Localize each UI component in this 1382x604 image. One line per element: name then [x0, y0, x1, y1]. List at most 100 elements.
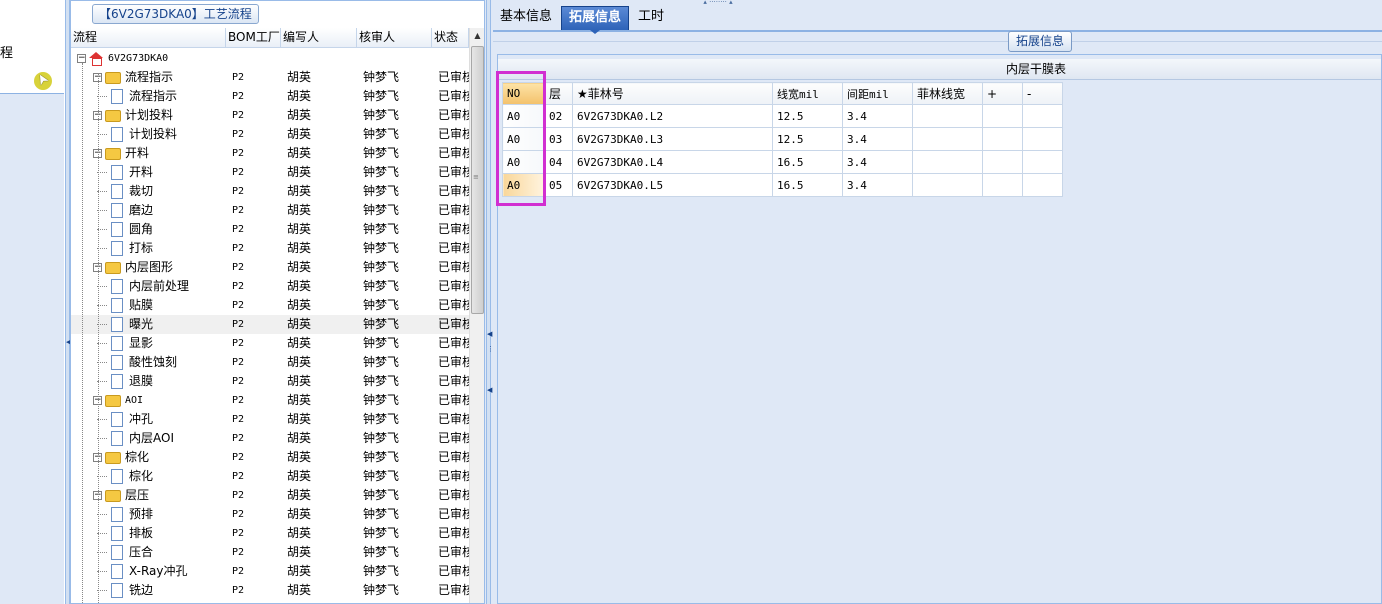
tree-node[interactable]: 预排 [97, 505, 153, 524]
tree-row[interactable]: 计划投料 P2 胡英 钟梦飞 已审核 [71, 125, 469, 144]
tree-row[interactable]: 打标 P2 胡英 钟梦飞 已审核 [71, 239, 469, 258]
col-reviewer[interactable]: 核审人 [357, 28, 432, 47]
tree-node[interactable]: 贴膜 [97, 296, 153, 315]
tree-node-cell[interactable]: − 计划投料 [71, 106, 226, 125]
tree-node[interactable]: − 层压 [93, 486, 149, 505]
spacing-cell[interactable]: 3.4 [842, 150, 913, 174]
grid-col-header[interactable]: 层 [544, 82, 573, 105]
tree-node[interactable]: 压合 [97, 543, 153, 562]
tree-row[interactable]: −内层图形 P2 胡英 钟梦飞 已审核 [71, 258, 469, 277]
grid-col-header[interactable]: 间距mil [842, 82, 913, 105]
tree-node[interactable]: 冲孔 [97, 410, 153, 429]
line-width-cell[interactable]: 12.5 [772, 104, 843, 128]
tree-node[interactable]: 酸性蚀刻 [97, 353, 177, 372]
tree-row[interactable]: −AOI P2 胡英 钟梦飞 已审核 [71, 391, 469, 410]
tree-row[interactable]: 排板 P2 胡英 钟梦飞 已审核 [71, 524, 469, 543]
layer-cell[interactable]: 02 [544, 104, 573, 128]
tree-node-cell[interactable]: 开料 [71, 163, 226, 182]
minus-cell[interactable] [1022, 150, 1063, 174]
top-grip-icon[interactable]: ▴ ········ ▴ [683, 0, 753, 6]
tree-node[interactable]: − 6V2G73DKA0 [77, 49, 168, 68]
tree-node-cell[interactable]: 压合 [71, 543, 226, 562]
tree-node-cell[interactable]: 铣边 [71, 581, 226, 600]
plus-cell[interactable] [982, 173, 1023, 197]
tree-row[interactable]: 裁切 P2 胡英 钟梦飞 已审核 [71, 182, 469, 201]
expand-arrow-icon[interactable]: ◀ [487, 386, 492, 394]
film-cell[interactable]: 6V2G73DKA0.L4 [572, 150, 773, 174]
film-width-cell[interactable] [912, 127, 983, 151]
tree-node[interactable]: − 流程指示 [93, 68, 173, 87]
tree-node-cell[interactable]: 内层前处理 [71, 277, 226, 296]
table-row[interactable]: A0 03 6V2G73DKA0.L3 12.5 3.4 [502, 127, 1063, 151]
tree-node[interactable]: 显影 [97, 334, 153, 353]
tree-row[interactable]: −开料 P2 胡英 钟梦飞 已审核 [71, 144, 469, 163]
tree-node-cell[interactable]: 棕化 [71, 467, 226, 486]
table-row[interactable]: A0 02 6V2G73DKA0.L2 12.5 3.4 [502, 104, 1063, 128]
tree-node[interactable]: 计划投料 [97, 125, 177, 144]
tree-node[interactable]: 磨边 [97, 201, 153, 220]
tree-node[interactable]: X-Ray冲孔 [97, 562, 187, 581]
tree-row[interactable]: 显影 P2 胡英 钟梦飞 已审核 [71, 334, 469, 353]
tree-row[interactable]: 酸性蚀刻 P2 胡英 钟梦飞 已审核 [71, 353, 469, 372]
collapse-arrow-icon[interactable]: ◀ [487, 330, 492, 338]
tree-node[interactable]: 排板 [97, 524, 153, 543]
grid-col-header[interactable]: 菲林线宽 [912, 82, 983, 105]
no-cell[interactable]: A0 [502, 173, 545, 197]
tree-row[interactable]: −计划投料 P2 胡英 钟梦飞 已审核 [71, 106, 469, 125]
tree-row[interactable]: 贴膜 P2 胡英 钟梦飞 已审核 [71, 296, 469, 315]
plus-cell[interactable] [982, 150, 1023, 174]
tree-node-cell[interactable]: 冲孔 [71, 410, 226, 429]
grid-col-header[interactable]: + [982, 82, 1023, 105]
extended-info-button[interactable]: 拓展信息 [1008, 31, 1073, 52]
tree-row[interactable]: 棕化 P2 胡英 钟梦飞 已审核 [71, 467, 469, 486]
plus-cell[interactable] [982, 127, 1023, 151]
tree-node-cell[interactable]: 曝光 [71, 315, 226, 334]
no-cell[interactable]: A0 [502, 150, 545, 174]
tree-row[interactable]: 圆角 P2 胡英 钟梦飞 已审核 [71, 220, 469, 239]
tree-row[interactable]: 开料 P2 胡英 钟梦飞 已审核 [71, 163, 469, 182]
grid-col-header[interactable]: - [1022, 82, 1063, 105]
tree-row[interactable]: X-Ray冲孔 P2 胡英 钟梦飞 已审核 [71, 562, 469, 581]
film-width-cell[interactable] [912, 150, 983, 174]
col-bom[interactable]: BOM工厂 [226, 28, 281, 47]
tree-node-cell[interactable]: 退膜 [71, 372, 226, 391]
tab-0[interactable]: 基本信息 [493, 6, 559, 30]
tree-node[interactable]: 打标 [97, 239, 153, 258]
tree-node-cell[interactable]: − 层压 [71, 486, 226, 505]
tree-row[interactable]: 压合 P2 胡英 钟梦飞 已审核 [71, 543, 469, 562]
tree-node[interactable]: − 计划投料 [93, 106, 173, 125]
tree-node[interactable]: 内层AOI [97, 429, 174, 448]
tree-node-cell[interactable]: 流程指示 [71, 87, 226, 106]
tree-node[interactable]: 曝光 [97, 315, 153, 334]
tree-node-cell[interactable]: − AOI [71, 391, 226, 410]
line-width-cell[interactable]: 12.5 [772, 127, 843, 151]
tree-node-cell[interactable]: 酸性蚀刻 [71, 353, 226, 372]
tree-row[interactable]: − 6V2G73DKA0 [71, 49, 469, 68]
film-cell[interactable]: 6V2G73DKA0.L3 [572, 127, 773, 151]
tree-node[interactable]: 圆角 [97, 220, 153, 239]
tree-row[interactable]: 预排 P2 胡英 钟梦飞 已审核 [71, 505, 469, 524]
scroll-up-icon[interactable]: ▲ [470, 28, 484, 44]
grid-col-header[interactable]: ★菲林号 [572, 82, 773, 105]
layer-cell[interactable]: 04 [544, 150, 573, 174]
tree-node[interactable]: 开料 [97, 163, 153, 182]
tab-2[interactable]: 工时 [631, 6, 671, 30]
table-row[interactable]: A0 04 6V2G73DKA0.L4 16.5 3.4 [502, 150, 1063, 174]
tree-row[interactable]: −棕化 P2 胡英 钟梦飞 已审核 [71, 448, 469, 467]
no-cell[interactable]: A0 [502, 127, 545, 151]
tree-node-cell[interactable]: 裁切 [71, 182, 226, 201]
grid-col-header[interactable]: 线宽mil [772, 82, 843, 105]
tree-node-cell[interactable]: − 6V2G73DKA0 [71, 49, 226, 68]
tree-node-cell[interactable]: 计划投料 [71, 125, 226, 144]
collapse-toggle-icon[interactable]: − [77, 54, 86, 63]
tree-row[interactable]: 流程指示 P2 胡英 钟梦飞 已审核 [71, 87, 469, 106]
center-splitter[interactable]: ◀ ⋮ ◀ [486, 0, 494, 604]
layer-cell[interactable]: 03 [544, 127, 573, 151]
film-cell[interactable]: 6V2G73DKA0.L5 [572, 173, 773, 197]
tree-node-cell[interactable]: 预排 [71, 505, 226, 524]
minus-cell[interactable] [1022, 173, 1063, 197]
tree-node[interactable]: 退膜 [97, 372, 153, 391]
film-width-cell[interactable] [912, 104, 983, 128]
film-width-cell[interactable] [912, 173, 983, 197]
tree-node-cell[interactable]: − 内层图形 [71, 258, 226, 277]
